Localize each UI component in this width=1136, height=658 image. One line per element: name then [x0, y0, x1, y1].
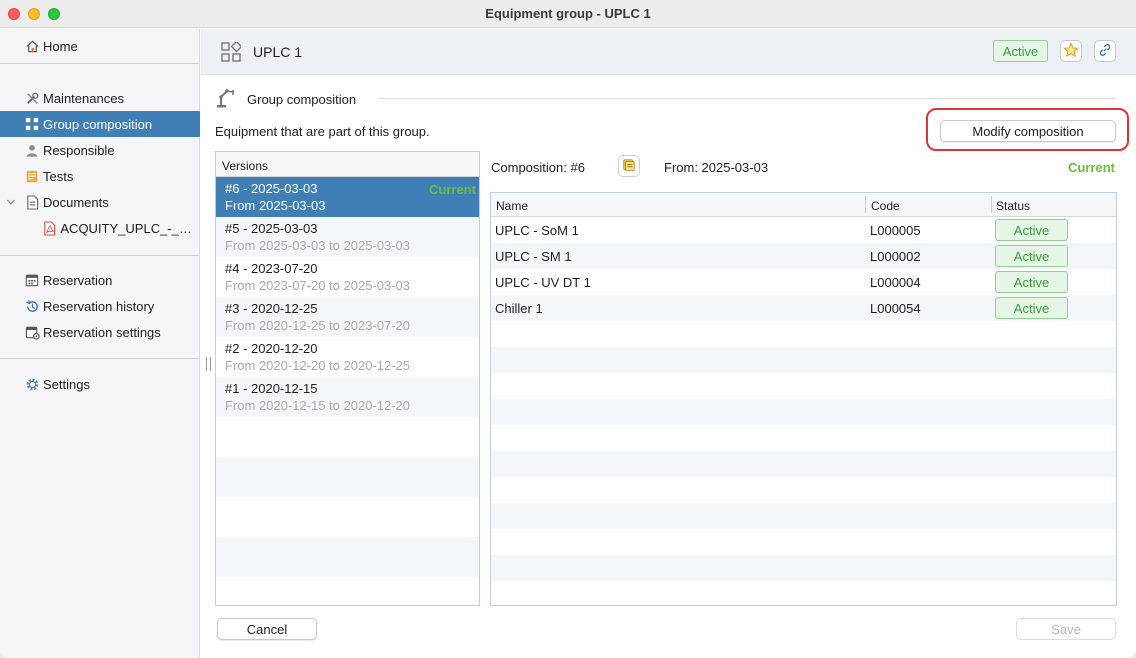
empty-row — [216, 497, 479, 537]
sidebar-divider — [0, 255, 200, 256]
sidebar-item-settings[interactable]: Settings — [0, 371, 200, 397]
sidebar-item-document-file[interactable]: ACQUITY_UPLC_-_Us... — [0, 215, 200, 241]
notes-icon — [622, 158, 636, 175]
version-item[interactable]: #6 - 2025-03-03 From 2025-03-03 Current — [216, 177, 479, 217]
status-badge: Active — [995, 297, 1068, 319]
tests-icon — [24, 168, 40, 184]
column-header-name[interactable]: Name — [496, 199, 528, 213]
empty-row — [491, 451, 1116, 477]
empty-row — [491, 425, 1116, 451]
empty-row — [491, 555, 1116, 581]
empty-row — [216, 417, 479, 457]
empty-row — [491, 347, 1116, 373]
table-row[interactable]: UPLC - SM 1 L000002 Active — [491, 243, 1116, 269]
link-icon — [1098, 43, 1112, 60]
table-header: Name Code Status — [491, 193, 1116, 217]
tools-icon — [24, 90, 40, 106]
column-divider — [865, 196, 866, 213]
person-icon — [24, 142, 40, 158]
status-badge: Active — [995, 245, 1068, 267]
calendar-settings-icon — [24, 324, 40, 340]
section-title: Group composition — [247, 92, 357, 107]
version-item[interactable]: #4 - 2023-07-20 From 2023-07-20 to 2025-… — [216, 257, 479, 297]
sidebar-item-reservation-history[interactable]: Reservation history — [0, 293, 200, 319]
table-row[interactable]: UPLC - SoM 1 L000005 Active — [491, 217, 1116, 243]
chevron-down-icon[interactable] — [6, 195, 16, 210]
version-item[interactable]: #2 - 2020-12-20 From 2020-12-20 to 2020-… — [216, 337, 479, 377]
composition-table: Name Code Status UPLC - SoM 1 L000005 Ac… — [490, 192, 1117, 606]
copy-link-button[interactable] — [1094, 40, 1116, 62]
equipment-group-icon — [221, 40, 243, 65]
empty-row — [491, 321, 1116, 347]
calendar-icon — [24, 272, 40, 288]
version-item[interactable]: #5 - 2025-03-03 From 2025-03-03 to 2025-… — [216, 217, 479, 257]
split-handle[interactable] — [206, 357, 211, 371]
robot-arm-icon — [215, 87, 237, 112]
empty-row — [491, 399, 1116, 425]
sidebar: Home Maintenances Group composition Resp… — [0, 29, 200, 658]
empty-row — [491, 581, 1116, 605]
empty-row — [216, 537, 479, 577]
sidebar-item-maintenances[interactable]: Maintenances — [0, 85, 200, 111]
sidebar-item-home[interactable]: Home — [0, 33, 200, 59]
app-window: Equipment group - UPLC 1 Home Maintenanc… — [0, 0, 1136, 658]
history-icon — [24, 298, 40, 314]
grid-icon — [24, 116, 40, 132]
pdf-icon — [42, 220, 57, 236]
title-bar: Equipment group - UPLC 1 — [0, 0, 1136, 28]
composition-label: Composition: #6 — [491, 160, 585, 175]
sidebar-item-group-composition[interactable]: Group composition — [0, 111, 200, 137]
table-row[interactable]: UPLC - UV DT 1 L000004 Active — [491, 269, 1116, 295]
favorite-button[interactable] — [1060, 40, 1082, 62]
status-badge: Active — [993, 40, 1048, 62]
composition-current-tag: Current — [1068, 160, 1115, 175]
column-header-status[interactable]: Status — [996, 199, 1030, 213]
composition-from: From: 2025-03-03 — [664, 160, 769, 175]
cancel-button[interactable]: Cancel — [217, 618, 317, 640]
version-item[interactable]: #3 - 2020-12-25 From 2020-12-25 to 2023-… — [216, 297, 479, 337]
empty-row — [491, 503, 1116, 529]
version-item[interactable]: #1 - 2020-12-15 From 2020-12-15 to 2020-… — [216, 377, 479, 417]
empty-row — [491, 529, 1116, 555]
document-icon — [24, 194, 40, 210]
empty-row — [216, 457, 479, 497]
sidebar-divider — [0, 358, 200, 359]
section-description: Equipment that are part of this group. — [215, 124, 430, 139]
gear-icon — [24, 376, 40, 392]
star-icon — [1063, 42, 1079, 61]
save-button[interactable]: Save — [1016, 618, 1116, 640]
home-icon — [24, 38, 40, 54]
column-divider — [991, 196, 992, 213]
status-badge: Active — [995, 271, 1068, 293]
sidebar-item-reservation[interactable]: Reservation — [0, 267, 200, 293]
column-header-code[interactable]: Code — [871, 199, 900, 213]
section-divider — [378, 98, 1116, 99]
table-row[interactable]: Chiller 1 L000054 Active — [491, 295, 1116, 321]
composition-notes-button[interactable] — [618, 155, 640, 177]
highlight-annotation — [926, 108, 1129, 151]
versions-list: Versions #6 - 2025-03-03 From 2025-03-03… — [215, 151, 480, 606]
window-title: Equipment group - UPLC 1 — [485, 6, 651, 21]
sidebar-item-reservation-settings[interactable]: Reservation settings — [0, 319, 200, 345]
page-title: UPLC 1 — [253, 44, 303, 60]
empty-row — [491, 373, 1116, 399]
current-tag: Current — [429, 182, 476, 197]
sidebar-item-responsible[interactable]: Responsible — [0, 137, 200, 163]
sidebar-divider — [0, 63, 200, 64]
entity-header: UPLC 1 Active — [201, 29, 1136, 75]
sidebar-item-documents[interactable]: Documents — [0, 189, 200, 215]
empty-row — [491, 477, 1116, 503]
empty-row — [216, 577, 479, 605]
versions-header: Versions — [216, 152, 479, 177]
status-badge: Active — [995, 219, 1068, 241]
sidebar-item-tests[interactable]: Tests — [0, 163, 200, 189]
